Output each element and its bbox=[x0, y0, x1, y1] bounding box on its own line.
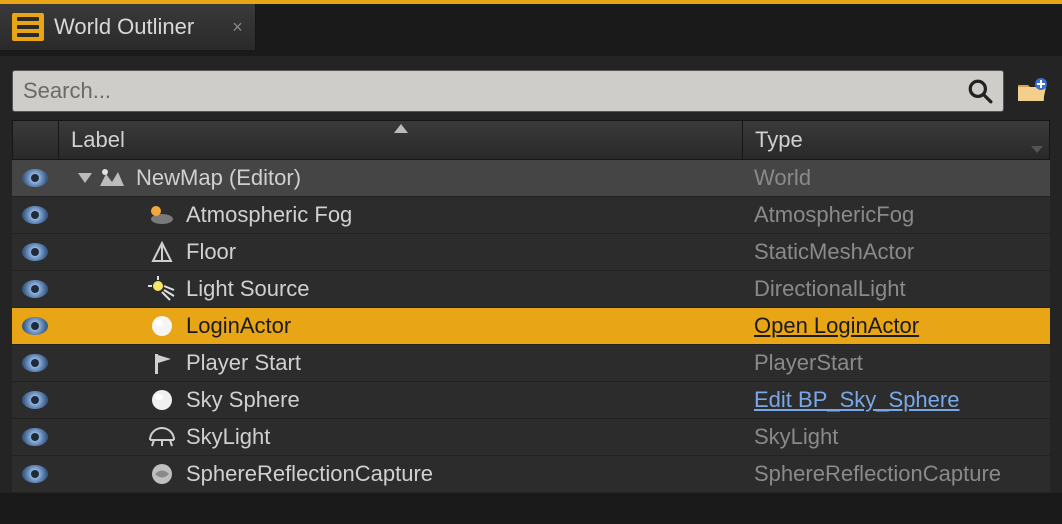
panel-body: Label Type NewMap (Editor) World bbox=[0, 56, 1062, 493]
light-icon bbox=[148, 275, 176, 303]
sphere-icon bbox=[148, 386, 176, 414]
visibility-toggle[interactable] bbox=[22, 280, 48, 298]
tab-bar: World Outliner × bbox=[0, 0, 1062, 56]
tree-row[interactable]: Sky Sphere Edit BP_Sky_Sphere bbox=[12, 382, 1050, 419]
row-label: Atmospheric Fog bbox=[186, 202, 352, 228]
row-type: DirectionalLight bbox=[744, 276, 1050, 302]
tree-row[interactable]: Atmospheric Fog AtmosphericFog bbox=[12, 197, 1050, 234]
row-type-link[interactable]: Edit BP_Sky_Sphere bbox=[744, 387, 1050, 413]
row-label: Player Start bbox=[186, 350, 301, 376]
sort-ascending-icon bbox=[394, 124, 408, 133]
column-filter-icon[interactable] bbox=[1031, 146, 1043, 153]
row-label: Floor bbox=[186, 239, 236, 265]
skylight-icon bbox=[148, 423, 176, 451]
visibility-toggle[interactable] bbox=[22, 206, 48, 224]
visibility-toggle[interactable] bbox=[22, 465, 48, 483]
search-input[interactable] bbox=[23, 78, 967, 104]
visibility-toggle[interactable] bbox=[22, 169, 48, 187]
tree-row[interactable]: Player Start PlayerStart bbox=[12, 345, 1050, 382]
row-type-link[interactable]: Open LoginActor bbox=[744, 313, 1050, 339]
row-label: LoginActor bbox=[186, 313, 291, 339]
tree-row[interactable]: SphereReflectionCapture SphereReflection… bbox=[12, 456, 1050, 493]
tree-row-root[interactable]: NewMap (Editor) World bbox=[12, 160, 1050, 197]
row-type: SkyLight bbox=[744, 424, 1050, 450]
row-type: AtmosphericFog bbox=[744, 202, 1050, 228]
row-type: StaticMeshActor bbox=[744, 239, 1050, 265]
search-icon[interactable] bbox=[967, 78, 993, 104]
row-label: NewMap (Editor) bbox=[136, 165, 301, 191]
column-header-visibility[interactable] bbox=[13, 121, 59, 159]
row-label: SkyLight bbox=[186, 424, 270, 450]
visibility-toggle[interactable] bbox=[22, 354, 48, 372]
tab-title: World Outliner bbox=[54, 14, 194, 40]
row-label: Sky Sphere bbox=[186, 387, 300, 413]
visibility-toggle[interactable] bbox=[22, 317, 48, 335]
column-header-row: Label Type bbox=[12, 120, 1050, 160]
visibility-toggle[interactable] bbox=[22, 243, 48, 261]
expand-toggle[interactable] bbox=[78, 173, 92, 183]
row-type: SphereReflectionCapture bbox=[744, 461, 1050, 487]
visibility-toggle[interactable] bbox=[22, 428, 48, 446]
row-label: Light Source bbox=[186, 276, 310, 302]
tree-row[interactable]: SkyLight SkyLight bbox=[12, 419, 1050, 456]
reflection-capture-icon bbox=[148, 460, 176, 488]
visibility-toggle[interactable] bbox=[22, 391, 48, 409]
tree-row-selected[interactable]: LoginActor Open LoginActor bbox=[12, 308, 1050, 345]
close-icon[interactable]: × bbox=[232, 17, 243, 38]
tree-row[interactable]: Floor StaticMeshActor bbox=[12, 234, 1050, 271]
folder-plus-icon bbox=[1016, 77, 1048, 105]
column-header-label[interactable]: Label bbox=[59, 121, 743, 159]
outliner-tree: NewMap (Editor) World Atmospheric Fog At… bbox=[12, 160, 1050, 493]
world-icon bbox=[98, 164, 126, 192]
tree-row[interactable]: Light Source DirectionalLight bbox=[12, 271, 1050, 308]
actor-sphere-icon bbox=[148, 312, 176, 340]
outliner-icon bbox=[12, 13, 44, 41]
row-type: PlayerStart bbox=[744, 350, 1050, 376]
column-header-type[interactable]: Type bbox=[743, 121, 1049, 159]
player-start-icon bbox=[148, 349, 176, 377]
row-type: World bbox=[744, 165, 1050, 191]
search-box[interactable] bbox=[12, 70, 1004, 112]
mesh-icon bbox=[148, 238, 176, 266]
add-filter-button[interactable] bbox=[1014, 73, 1050, 109]
fog-icon bbox=[148, 201, 176, 229]
row-label: SphereReflectionCapture bbox=[186, 461, 433, 487]
tab-world-outliner[interactable]: World Outliner × bbox=[0, 4, 256, 50]
